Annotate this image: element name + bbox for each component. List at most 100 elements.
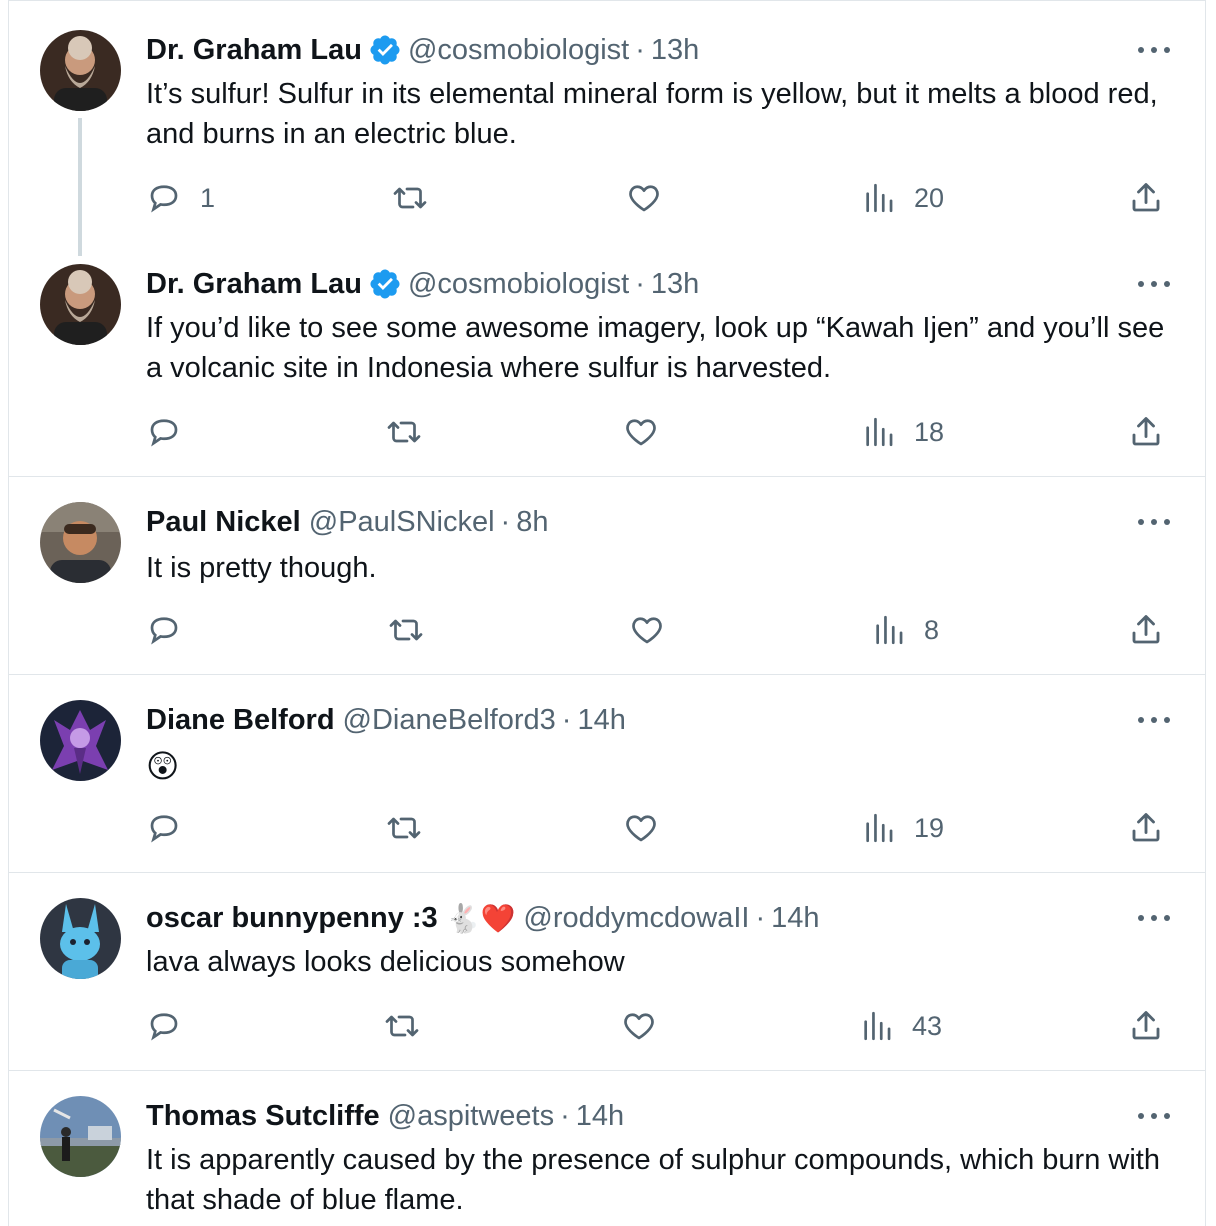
share-button[interactable] bbox=[1128, 612, 1164, 648]
tweet-header: Diane Belford @DianeBelford3 · 14h bbox=[146, 700, 626, 740]
handle[interactable]: @aspitweets bbox=[388, 1100, 554, 1133]
tweet-text: lava always looks delicious somehow bbox=[146, 946, 625, 978]
display-name[interactable]: Paul Nickel bbox=[146, 506, 301, 539]
views-icon bbox=[866, 417, 893, 447]
tweet-header: Dr. Graham Lau @cosmobiologist · 13h bbox=[146, 30, 699, 70]
tweet-divider bbox=[8, 674, 1206, 675]
view-count: 20 bbox=[914, 182, 945, 213]
handle[interactable]: @PaulSNickel bbox=[309, 506, 495, 539]
reply-button[interactable] bbox=[146, 810, 200, 846]
tweet-text: 😲 bbox=[146, 748, 180, 784]
reply-icon bbox=[150, 185, 178, 213]
like-icon bbox=[626, 815, 656, 842]
retweet-button[interactable] bbox=[384, 810, 424, 846]
share-button[interactable] bbox=[1128, 1008, 1164, 1044]
timestamp[interactable]: 13h bbox=[651, 34, 699, 67]
handle[interactable]: @DianeBelford3 bbox=[343, 704, 556, 737]
retweet-icon bbox=[389, 619, 423, 641]
tweet-divider bbox=[8, 1070, 1206, 1071]
timestamp[interactable]: 14h bbox=[577, 704, 625, 737]
reply-count: 1 bbox=[200, 182, 216, 213]
view-count: 43 bbox=[912, 1010, 943, 1041]
more-icon[interactable] bbox=[1138, 278, 1170, 290]
retweet-button[interactable] bbox=[384, 414, 424, 450]
like-icon bbox=[632, 617, 662, 644]
retweet-button[interactable] bbox=[382, 1008, 422, 1044]
more-icon[interactable] bbox=[1138, 1110, 1170, 1122]
views-button[interactable]: 18 bbox=[862, 414, 944, 450]
view-count: 8 bbox=[924, 614, 940, 645]
reply-button[interactable] bbox=[146, 414, 200, 450]
timestamp[interactable]: 8h bbox=[516, 506, 548, 539]
retweet-icon bbox=[387, 817, 421, 839]
share-icon bbox=[1132, 183, 1160, 212]
reply-icon bbox=[150, 815, 178, 843]
tweet-header: Dr. Graham Lau @cosmobiologist · 13h bbox=[146, 264, 699, 304]
display-name[interactable]: oscar bunnypenny :3 bbox=[146, 902, 438, 935]
views-button[interactable]: 8 bbox=[872, 612, 939, 648]
share-button[interactable] bbox=[1128, 180, 1164, 216]
separator: · bbox=[755, 901, 766, 934]
share-button[interactable] bbox=[1128, 810, 1164, 846]
timestamp[interactable]: 14h bbox=[576, 1100, 624, 1133]
reply-button[interactable] bbox=[146, 612, 200, 648]
avatar[interactable] bbox=[40, 1096, 121, 1177]
handle[interactable]: @cosmobiologist bbox=[408, 268, 629, 301]
reply-button[interactable] bbox=[146, 1008, 200, 1044]
display-name[interactable]: Dr. Graham Lau bbox=[146, 268, 362, 301]
reply-icon bbox=[150, 1013, 178, 1041]
more-icon[interactable] bbox=[1138, 714, 1170, 726]
like-button[interactable] bbox=[626, 180, 662, 216]
timestamp[interactable]: 14h bbox=[771, 902, 819, 935]
tweet-header: Paul Nickel @PaulSNickel · 8h bbox=[146, 502, 548, 542]
like-icon bbox=[624, 1013, 654, 1040]
retweet-button[interactable] bbox=[386, 612, 426, 648]
more-icon[interactable] bbox=[1138, 516, 1170, 528]
retweet-button[interactable] bbox=[390, 180, 430, 216]
views-button[interactable]: 20 bbox=[862, 180, 944, 216]
reply-icon bbox=[150, 617, 178, 645]
display-name[interactable]: Thomas Sutcliffe bbox=[146, 1100, 380, 1133]
tweet-header: Thomas Sutcliffe @aspitweets · 14h bbox=[146, 1096, 624, 1136]
verified-badge-icon bbox=[370, 269, 400, 299]
like-icon bbox=[626, 419, 656, 446]
share-button[interactable] bbox=[1128, 414, 1164, 450]
more-icon[interactable] bbox=[1138, 44, 1170, 56]
views-button[interactable]: 19 bbox=[862, 810, 944, 846]
tweet-text: If you’d like to see some awesome imager… bbox=[146, 312, 1165, 384]
avatar[interactable] bbox=[40, 264, 121, 345]
display-name[interactable]: Diane Belford bbox=[146, 704, 335, 737]
like-button[interactable] bbox=[623, 810, 659, 846]
retweet-icon bbox=[387, 421, 421, 443]
avatar[interactable] bbox=[40, 898, 121, 979]
avatar[interactable] bbox=[40, 30, 121, 111]
handle[interactable]: @cosmobiologist bbox=[408, 34, 629, 67]
separator: · bbox=[560, 1099, 570, 1132]
like-button[interactable] bbox=[621, 1008, 657, 1044]
tweet-text: It is apparently caused by the presence … bbox=[146, 1144, 1160, 1216]
name-emoji: 🐇❤️ bbox=[445, 902, 516, 934]
tweet-text: It is pretty though. bbox=[146, 552, 377, 584]
views-icon bbox=[866, 183, 893, 213]
retweet-icon bbox=[393, 187, 427, 209]
separator: · bbox=[635, 33, 645, 66]
separator: · bbox=[500, 505, 511, 538]
views-icon bbox=[866, 813, 893, 843]
view-count: 18 bbox=[914, 416, 945, 447]
avatar[interactable] bbox=[40, 700, 121, 781]
like-button[interactable] bbox=[629, 612, 665, 648]
reply-button[interactable]: 1 bbox=[146, 180, 215, 216]
tweet-divider bbox=[8, 476, 1206, 477]
separator: · bbox=[561, 703, 572, 736]
display-name[interactable]: Dr. Graham Lau bbox=[146, 34, 362, 67]
share-icon bbox=[1132, 813, 1160, 842]
views-button[interactable]: 43 bbox=[860, 1008, 942, 1044]
verified-badge-icon bbox=[370, 35, 400, 65]
more-icon[interactable] bbox=[1138, 912, 1170, 924]
like-button[interactable] bbox=[623, 414, 659, 450]
avatar[interactable] bbox=[40, 502, 121, 583]
views-icon bbox=[864, 1011, 891, 1041]
timestamp[interactable]: 13h bbox=[651, 268, 699, 301]
handle[interactable]: @roddymcdowaII bbox=[523, 902, 749, 935]
thread-connector-line bbox=[78, 118, 82, 256]
